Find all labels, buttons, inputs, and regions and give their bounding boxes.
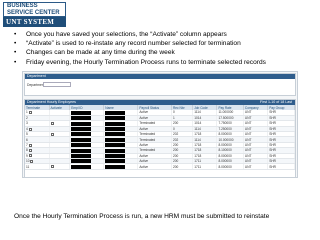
- department-panel-header: Department: [25, 74, 295, 79]
- employee-grid-wrap: Terminate Activate Empl ID Name Payroll Stat…: [25, 105, 295, 178]
- bullet-item: “Activate” is used to re-instate any rec…: [14, 39, 320, 48]
- logo-bar: UNT SYSTEM: [3, 17, 66, 27]
- redacted-emplid: [71, 159, 92, 164]
- terminate-checkbox[interactable]: [28, 149, 32, 153]
- logo-line2: SERVICE CENTER: [7, 10, 60, 16]
- terminate-checkbox[interactable]: [30, 159, 34, 163]
- emplid-cell: [69, 163, 105, 170]
- bullet-item: Once you have saved your selections, the…: [14, 30, 320, 39]
- terminate-cell[interactable]: 11: [25, 163, 50, 170]
- redacted-name: [105, 110, 126, 115]
- redacted-emplid: [71, 143, 92, 148]
- redacted-name: [105, 132, 126, 137]
- redacted-emplid: [71, 126, 92, 131]
- name-cell: [103, 163, 139, 170]
- grid-cell: 8.000000: [216, 163, 244, 170]
- redacted-emplid: [71, 164, 92, 169]
- bsc-logo: BUSINESS SERVICE CENTER UNT SYSTEM: [3, 2, 66, 27]
- redacted-name: [105, 121, 126, 126]
- logo-line1: BUSINESS: [7, 3, 38, 9]
- terminate-checkbox[interactable]: [28, 111, 32, 115]
- grid-cell: UNT: [243, 163, 269, 170]
- employees-panel-title: Department Hourly Employees: [27, 100, 76, 104]
- terminate-checkbox[interactable]: [28, 154, 32, 158]
- employee-grid: Terminate Activate Empl ID Name Payroll Stat…: [25, 105, 295, 170]
- redacted-emplid: [71, 121, 92, 126]
- grid-cell: SHR: [267, 163, 295, 170]
- redacted-name: [105, 159, 126, 164]
- grid-cell: Active: [137, 163, 172, 170]
- caption: Once the Hourly Termination Process is r…: [14, 213, 270, 220]
- terminate-checkbox[interactable]: [28, 127, 32, 131]
- activate-checkbox[interactable]: [50, 122, 54, 126]
- redacted-emplid: [71, 148, 92, 153]
- department-panel: Department Department:: [24, 73, 296, 96]
- redacted-name: [105, 126, 126, 131]
- activate-checkbox[interactable]: [50, 165, 54, 169]
- bullet-item: Changes can be made at any time during t…: [14, 48, 320, 57]
- redacted-emplid: [71, 132, 92, 137]
- employees-panel: Department Hourly Employees First 1-10 o…: [24, 99, 296, 178]
- activate-cell[interactable]: [49, 163, 71, 170]
- grid-cell: 1711: [192, 163, 218, 170]
- redacted-emplid: [71, 110, 92, 115]
- redacted-name: [105, 153, 126, 158]
- grid-cell: 200: [171, 163, 194, 170]
- grid-body: 1 Active 0 1114 11.000000 UNT SHR 2 Active 1 101…: [25, 110, 295, 170]
- redacted-emplid: [71, 137, 92, 142]
- hrm-screenshot: Department Department: Department Hourly…: [22, 71, 298, 178]
- terminate-checkbox[interactable]: [28, 143, 32, 147]
- redacted-name: [105, 116, 126, 121]
- redacted-emplid: [71, 153, 92, 158]
- redacted-emplid: [71, 116, 92, 121]
- department-field[interactable]: [43, 82, 71, 87]
- table-row: 11 Active 200 1711 8.000000 UNT SHR: [25, 163, 295, 170]
- bullet-list: Once you have saved your selections, the…: [14, 30, 320, 67]
- redacted-name: [105, 164, 126, 169]
- redacted-name: [105, 137, 126, 142]
- bullet-item: Friday evening, the Hourly Termination P…: [14, 58, 320, 67]
- redacted-name: [105, 148, 126, 153]
- redacted-name: [105, 143, 126, 148]
- logo-top: BUSINESS SERVICE CENTER: [3, 2, 66, 17]
- activate-checkbox[interactable]: [50, 132, 54, 136]
